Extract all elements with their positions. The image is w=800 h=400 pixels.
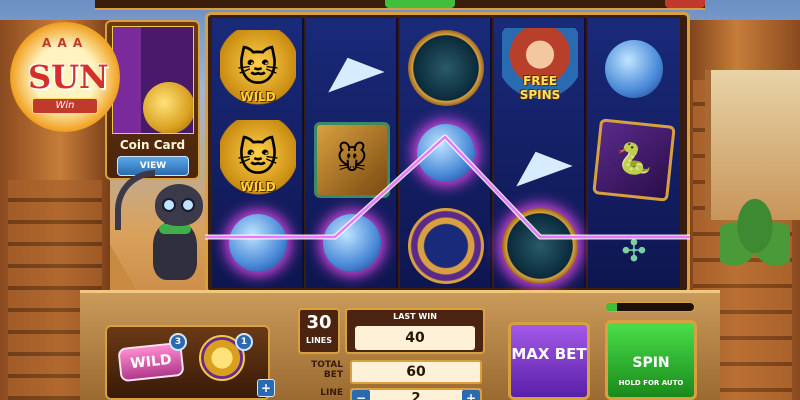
level-progress-bar xyxy=(605,302,695,312)
dragonfly-icon: ✣ xyxy=(621,234,647,269)
mouse-symbol: 🐭 xyxy=(314,122,390,198)
logo-cards: A A A xyxy=(42,36,84,50)
top-green-button[interactable] xyxy=(385,0,455,8)
last-win-label: LAST WIN xyxy=(393,312,437,321)
cat-icon: 🐱 xyxy=(237,135,279,181)
mouse-icon: 🐭 xyxy=(336,142,368,177)
paper-plane-symbol xyxy=(502,126,578,202)
yarn-ball-symbol xyxy=(323,214,381,272)
bonus-items-panel: WILD 3 1 + xyxy=(105,325,275,400)
coin-card-panel: Coin Card VIEW xyxy=(105,20,200,180)
yarn-ball-symbol xyxy=(417,124,475,182)
cat-tail xyxy=(115,170,155,230)
spin-button[interactable]: SPIN HOLD FOR AUTO xyxy=(605,320,697,400)
coin-card-label: Coin Card xyxy=(119,138,186,152)
coin-count-badge: 1 xyxy=(235,333,253,351)
symbol-caption: WILD xyxy=(240,90,276,104)
scarab-symbol xyxy=(502,208,578,284)
reels-frame: 🐱 WILD 🐱 WILD 🐭 FREE SPINS 🐍 ✣ xyxy=(205,12,690,294)
lines-display: 30 LINES xyxy=(298,308,340,354)
lines-value: 30 xyxy=(306,312,332,333)
logo-ribbon: Win xyxy=(32,98,98,114)
last-win-value: 40 xyxy=(355,326,475,350)
compass-symbol xyxy=(408,208,484,284)
paper-plane-icon xyxy=(319,47,385,93)
paper-plane-icon xyxy=(507,141,573,187)
reel-1: 🐱 WILD 🐱 WILD xyxy=(212,18,304,288)
free-spins-symbol: FREE SPINS xyxy=(502,28,578,104)
coin-card-art xyxy=(112,26,194,134)
total-bet-value: 60 xyxy=(350,360,482,384)
logo-text: SUN xyxy=(28,58,109,96)
symbol-caption: FREE SPINS xyxy=(519,74,561,102)
wild-cat-symbol: 🐱 WILD xyxy=(220,120,296,196)
reel-2: 🐭 xyxy=(306,18,398,288)
scarab-symbol xyxy=(408,30,484,106)
top-bar xyxy=(95,0,705,10)
progress-fill xyxy=(606,303,617,311)
total-bet-label: TOTAL BET xyxy=(311,360,343,380)
line-bet-label: LINE xyxy=(320,388,343,398)
symbol-caption: WILD xyxy=(240,180,276,194)
snake-symbol: 🐍 xyxy=(592,118,676,202)
coin-pile-icon xyxy=(143,82,193,133)
sunwin-logo: A A A SUN Win xyxy=(10,22,120,132)
paper-plane-symbol xyxy=(314,32,390,108)
cat-eye-icon xyxy=(181,198,195,212)
spin-sub-label: HOLD FOR AUTO xyxy=(618,379,684,387)
max-bet-button[interactable]: MAX BET xyxy=(508,322,590,400)
wild-count-badge: 3 xyxy=(169,333,187,351)
reel-5: 🐍 ✣ xyxy=(588,18,680,288)
cat-head xyxy=(155,184,203,226)
cat-icon: 🐱 xyxy=(237,45,279,91)
cat-eye-icon xyxy=(162,198,176,212)
dragonfly-symbol: ✣ xyxy=(596,214,672,290)
spin-label: SPIN xyxy=(632,355,670,371)
reel-3 xyxy=(400,18,492,288)
cat-mascot xyxy=(115,170,205,300)
snake-icon: 🐍 xyxy=(613,140,655,179)
yarn-ball-symbol xyxy=(605,40,663,98)
top-red-button[interactable] xyxy=(665,0,705,8)
last-win-display: LAST WIN 40 xyxy=(345,308,485,354)
yarn-ball-symbol xyxy=(229,214,287,272)
increase-bet-button[interactable]: + xyxy=(462,390,480,400)
reel-4: FREE SPINS xyxy=(494,18,586,288)
decrease-bet-button[interactable]: − xyxy=(352,390,370,400)
line-bet-value: 2 xyxy=(411,391,421,400)
add-bonus-button[interactable]: + xyxy=(257,379,275,397)
line-bet-stepper: − 2 + xyxy=(350,388,482,400)
palm-tree xyxy=(720,190,790,280)
lines-label: LINES xyxy=(306,336,332,345)
wild-cat-symbol: 🐱 WILD xyxy=(220,30,296,106)
